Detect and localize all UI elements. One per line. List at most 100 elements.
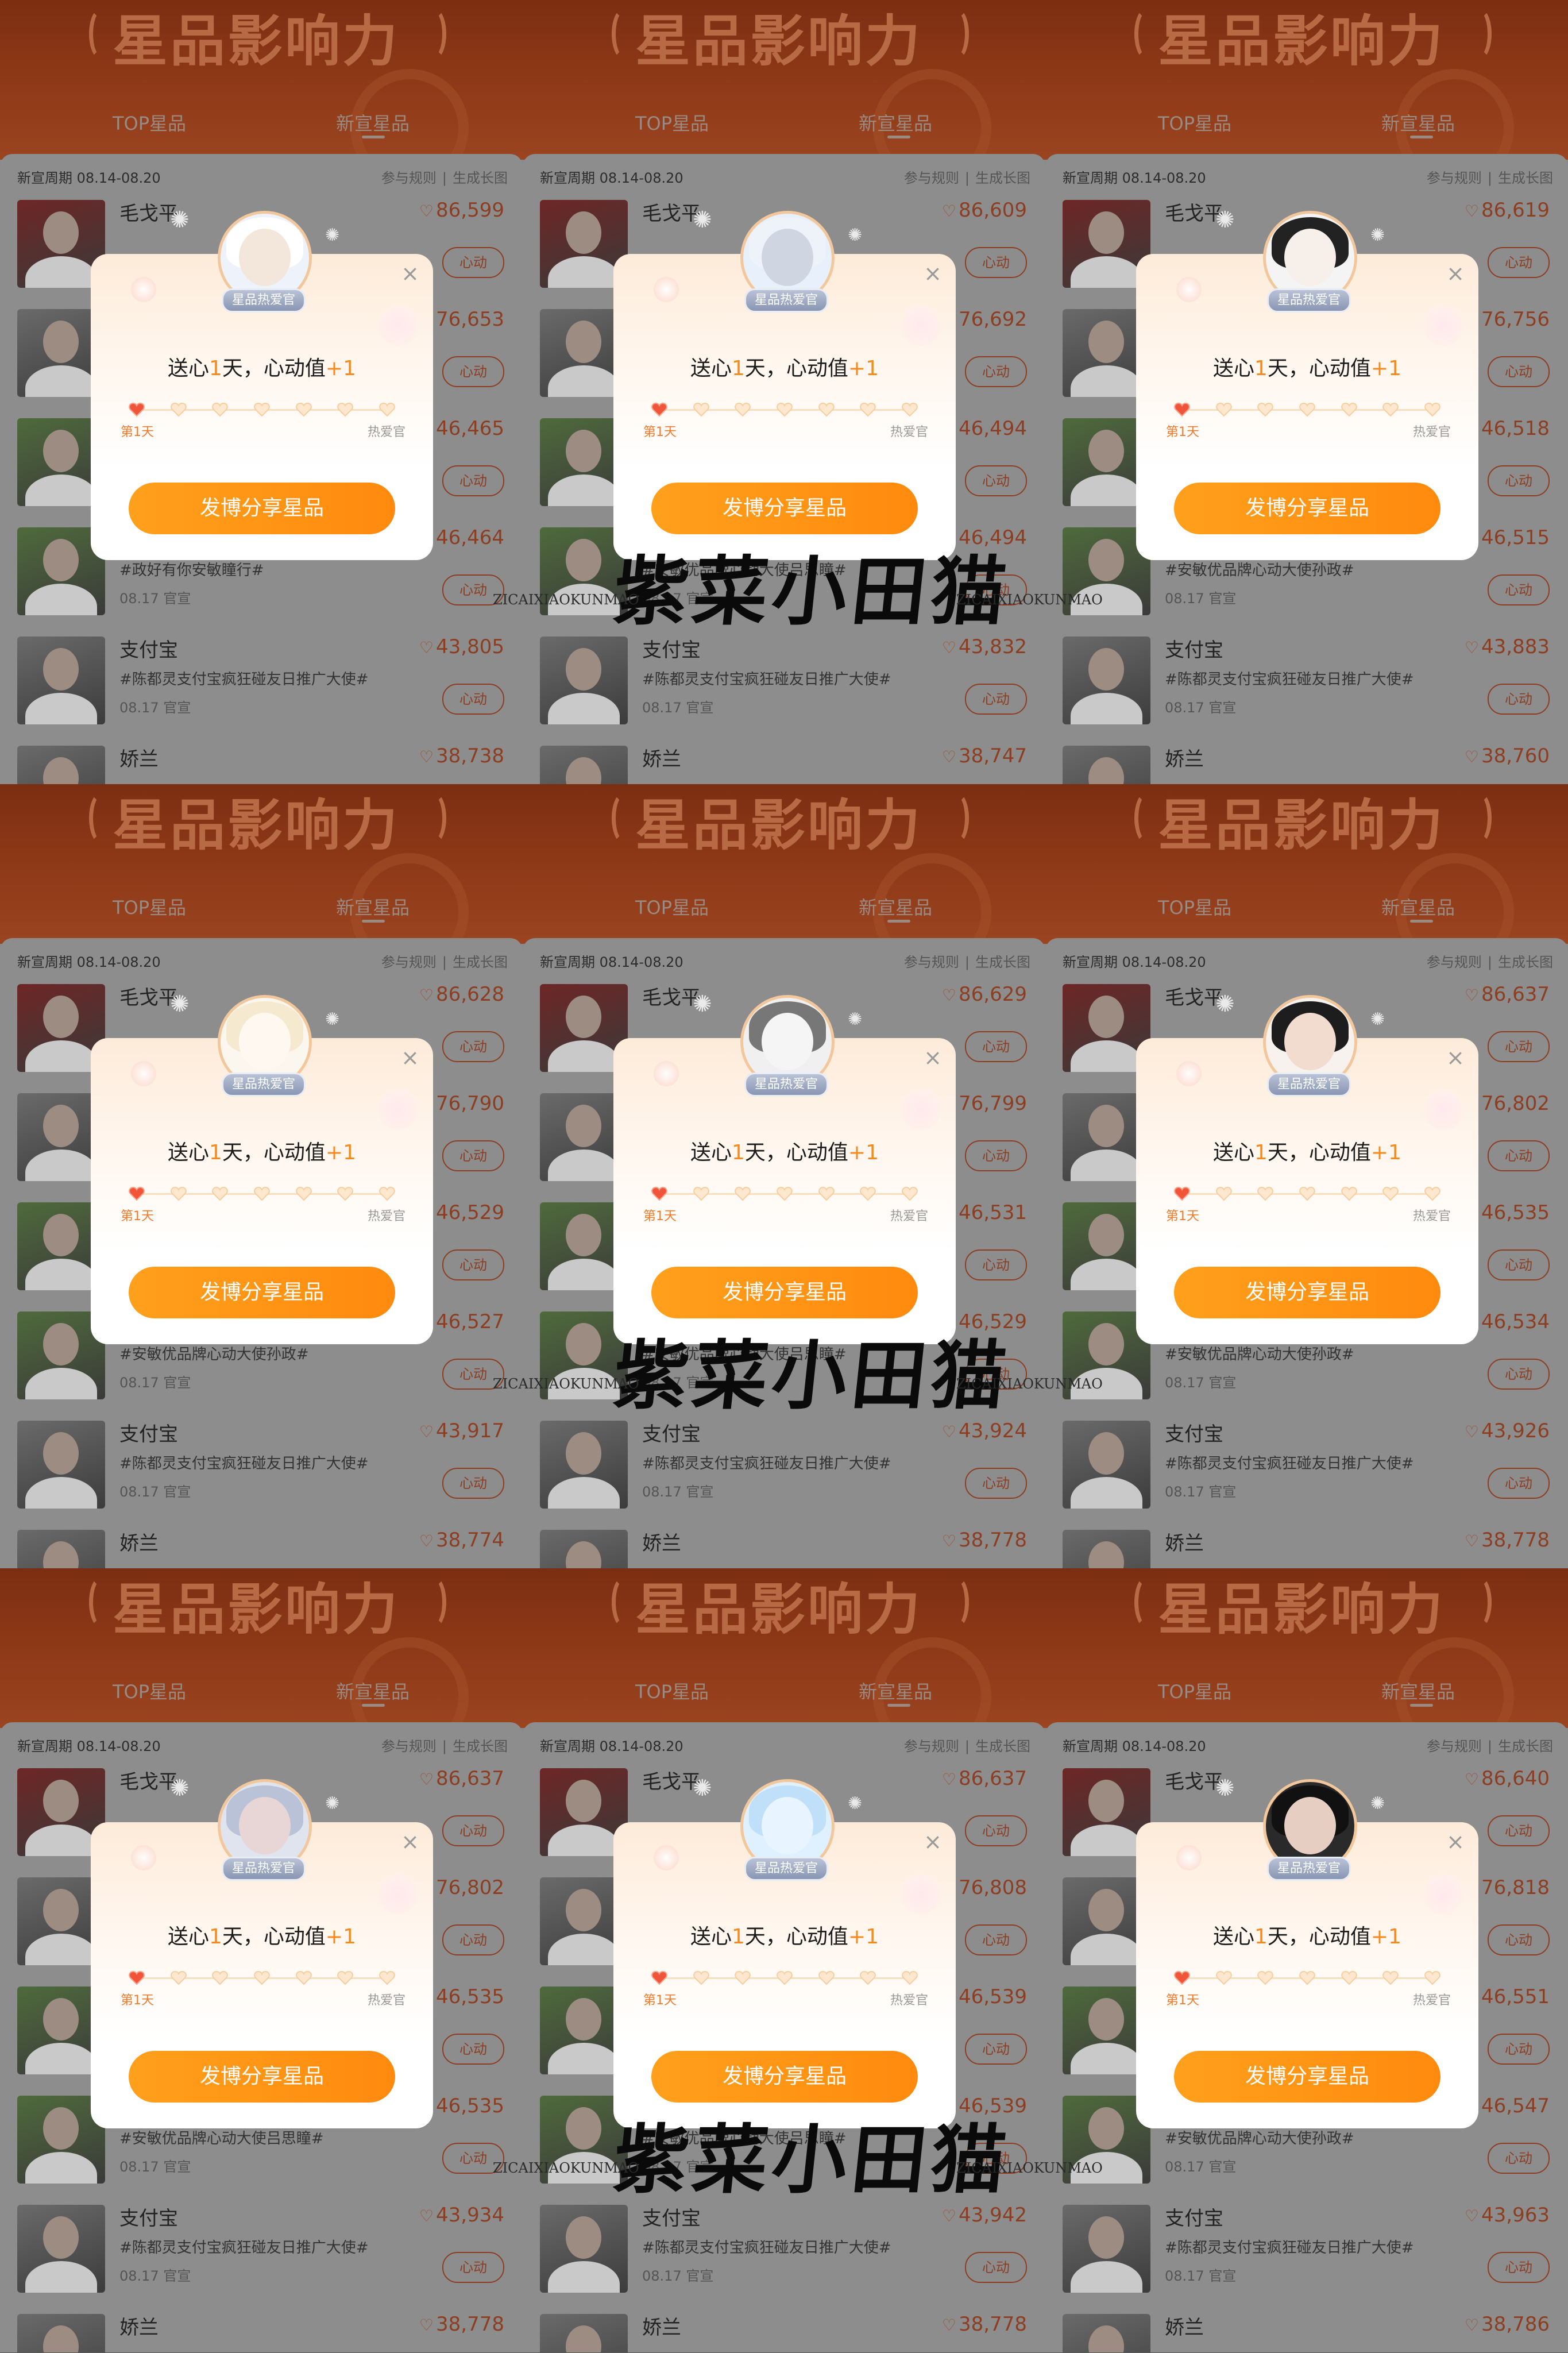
close-icon[interactable]: × [921,262,944,285]
rules-link[interactable]: 参与规则 [904,1738,959,1754]
share-weibo-button[interactable]: 发博分享星品 [651,1267,918,1318]
close-icon[interactable]: × [921,1830,944,1853]
tab-top-products[interactable]: TOP星品 [635,1677,709,1704]
tab-new-products[interactable]: 新宣星品 [859,893,932,920]
tab-top-products[interactable]: TOP星品 [1158,893,1231,920]
share-weibo-button[interactable]: 发博分享星品 [651,483,918,534]
tab-new-products[interactable]: 新宣星品 [336,893,410,920]
heart-button[interactable]: 心动 [965,1249,1027,1280]
heart-button[interactable]: 心动 [965,1924,1027,1955]
list-item[interactable]: 支付宝 #陈都灵支付宝疯狂碰友日推广大使# 08.17 官宣 ♡ 43,805 心动 [0,632,523,741]
tab-top-products[interactable]: TOP星品 [113,1677,186,1704]
tab-top-products[interactable]: TOP星品 [1158,1677,1231,1704]
list-item[interactable]: 娇兰 ♡ 38,778 [1045,1525,1568,1568]
heart-button[interactable]: 心动 [965,1140,1027,1171]
rules-link[interactable]: 参与规则 [904,954,959,970]
close-icon[interactable]: × [1444,1046,1467,1069]
long-image-link[interactable]: 生成长图 [975,170,1030,186]
heart-button[interactable]: 心动 [965,684,1027,715]
heart-button[interactable]: 心动 [442,684,504,715]
long-image-link[interactable]: 生成长图 [1498,954,1553,970]
long-image-link[interactable]: 生成长图 [453,1738,508,1754]
list-item[interactable]: 娇兰 ♡ 38,738 [0,741,523,784]
tab-new-products[interactable]: 新宣星品 [336,1677,410,1704]
heart-button[interactable]: 心动 [1488,574,1550,605]
heart-button[interactable]: 心动 [442,1031,504,1062]
rules-link[interactable]: 参与规则 [1427,1738,1482,1754]
list-item[interactable]: 娇兰 ♡ 38,778 [523,2309,1045,2352]
list-item[interactable]: 支付宝 #陈都灵支付宝疯狂碰友日推广大使# 08.17 官宣 ♡ 43,963 心动 [1045,2200,1568,2309]
heart-button[interactable]: 心动 [442,1468,504,1499]
list-item[interactable]: 支付宝 #陈都灵支付宝疯狂碰友日推广大使# 08.17 官宣 ♡ 43,934 心动 [0,2200,523,2309]
close-icon[interactable]: × [1444,1830,1467,1853]
long-image-link[interactable]: 生成长图 [1498,170,1553,186]
heart-button[interactable]: 心动 [1488,1468,1550,1499]
long-image-link[interactable]: 生成长图 [453,954,508,970]
heart-button[interactable]: 心动 [965,247,1027,278]
tab-new-products[interactable]: 新宣星品 [859,1677,932,1704]
share-weibo-button[interactable]: 发博分享星品 [1174,483,1440,534]
heart-button[interactable]: 心动 [1488,2252,1550,2283]
campaign-tag[interactable]: #安敏优品牌心动大使孙政# [1165,558,1354,580]
heart-button[interactable]: 心动 [442,2252,504,2283]
close-icon[interactable]: × [399,262,422,285]
heart-button[interactable]: 心动 [1488,1815,1550,1846]
long-image-link[interactable]: 生成长图 [453,170,508,186]
share-weibo-button[interactable]: 发博分享星品 [129,483,395,534]
campaign-tag[interactable]: #陈都灵支付宝疯狂碰友日推广大使# [1165,2236,1414,2257]
heart-button[interactable]: 心动 [965,465,1027,496]
list-item[interactable]: 娇兰 ♡ 38,778 [0,2309,523,2352]
campaign-tag[interactable]: #陈都灵支付宝疯狂碰友日推广大使# [642,668,891,689]
campaign-tag[interactable]: #陈都灵支付宝疯狂碰友日推广大使# [1165,1452,1414,1473]
list-item[interactable]: 支付宝 #陈都灵支付宝疯狂碰友日推广大使# 08.17 官宣 ♡ 43,924 心动 [523,1416,1045,1525]
rules-link[interactable]: 参与规则 [904,170,959,186]
tab-new-products[interactable]: 新宣星品 [1381,1677,1455,1704]
list-item[interactable]: 娇兰 ♡ 38,786 [1045,2309,1568,2352]
tab-top-products[interactable]: TOP星品 [113,893,186,920]
share-weibo-button[interactable]: 发博分享星品 [129,2051,395,2103]
heart-button[interactable]: 心动 [1488,465,1550,496]
heart-button[interactable]: 心动 [1488,684,1550,715]
heart-button[interactable]: 心动 [965,2034,1027,2065]
rules-link[interactable]: 参与规则 [381,170,437,186]
heart-button[interactable]: 心动 [1488,1359,1550,1390]
campaign-tag[interactable]: #政好有你安敏瞳行# [119,558,264,580]
list-item[interactable]: 娇兰 ♡ 38,774 [0,1525,523,1568]
heart-button[interactable]: 心动 [965,1031,1027,1062]
tab-top-products[interactable]: TOP星品 [635,109,709,136]
close-icon[interactable]: × [399,1046,422,1069]
heart-button[interactable]: 心动 [442,1815,504,1846]
heart-button[interactable]: 心动 [965,1468,1027,1499]
campaign-tag[interactable]: #陈都灵支付宝疯狂碰友日推广大使# [642,2236,891,2257]
heart-button[interactable]: 心动 [1488,2034,1550,2065]
rules-link[interactable]: 参与规则 [1427,954,1482,970]
rules-link[interactable]: 参与规则 [1427,170,1482,186]
campaign-tag[interactable]: #陈都灵支付宝疯狂碰友日推广大使# [119,2236,369,2257]
tab-new-products[interactable]: 新宣星品 [336,109,410,136]
heart-button[interactable]: 心动 [442,1140,504,1171]
heart-button[interactable]: 心动 [442,1249,504,1280]
close-icon[interactable]: × [1444,262,1467,285]
heart-button[interactable]: 心动 [1488,1031,1550,1062]
list-item[interactable]: 支付宝 #陈都灵支付宝疯狂碰友日推广大使# 08.17 官宣 ♡ 43,917 心动 [0,1416,523,1525]
tab-new-products[interactable]: 新宣星品 [859,109,932,136]
tab-new-products[interactable]: 新宣星品 [1381,893,1455,920]
close-icon[interactable]: × [921,1046,944,1069]
heart-button[interactable]: 心动 [1488,247,1550,278]
heart-button[interactable]: 心动 [442,465,504,496]
list-item[interactable]: 支付宝 #陈都灵支付宝疯狂碰友日推广大使# 08.17 官宣 ♡ 43,942 心动 [523,2200,1045,2309]
list-item[interactable]: 支付宝 #陈都灵支付宝疯狂碰友日推广大使# 08.17 官宣 ♡ 43,883 心动 [1045,632,1568,741]
tab-new-products[interactable]: 新宣星品 [1381,109,1455,136]
long-image-link[interactable]: 生成长图 [975,1738,1030,1754]
campaign-tag[interactable]: #安敏优品牌心动大使孙政# [119,1343,309,1364]
list-item[interactable]: 支付宝 #陈都灵支付宝疯狂碰友日推广大使# 08.17 官宣 ♡ 43,926 心动 [1045,1416,1568,1525]
long-image-link[interactable]: 生成长图 [1498,1738,1553,1754]
campaign-tag[interactable]: #安敏优品牌心动大使吕思瞳# [119,2127,324,2148]
list-item[interactable]: 娇兰 ♡ 38,778 [523,1525,1045,1568]
campaign-tag[interactable]: #陈都灵支付宝疯狂碰友日推广大使# [119,668,369,689]
rules-link[interactable]: 参与规则 [381,1738,437,1754]
heart-button[interactable]: 心动 [1488,1140,1550,1171]
heart-button[interactable]: 心动 [1488,2143,1550,2174]
heart-button[interactable]: 心动 [442,1924,504,1955]
campaign-tag[interactable]: #陈都灵支付宝疯狂碰友日推广大使# [119,1452,369,1473]
